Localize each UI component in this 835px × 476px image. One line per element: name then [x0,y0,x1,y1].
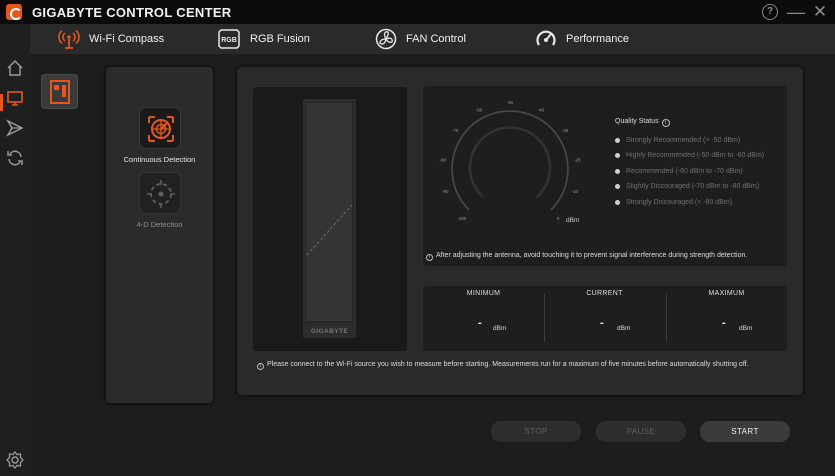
left-nav [0,24,30,476]
gauge-tick-label: -40 [538,107,545,112]
tab-label: RGB Fusion [250,33,310,45]
gauge-icon [536,30,556,46]
signal-gauge: -100-90-80-70-60-50-40-30-20-100 dBm [440,100,581,224]
svg-text:RGB: RGB [221,37,237,44]
tab-fan-control[interactable]: FAN Control [375,24,466,54]
stat-minimum: MINIMUM - dBm [466,290,507,332]
stat-current: CURRENT - dBm [586,290,631,332]
gauge-tick-label: -70 [452,128,459,133]
gauge-unit: dBm [566,217,579,224]
info-icon: i [257,363,264,370]
help-button[interactable]: ? [760,2,780,22]
stat-unit: dBm [617,325,631,332]
monitor-icon[interactable] [5,88,25,108]
quality-item: Highly Recommended (-50 dBm to -60 dBm) [615,152,764,159]
info-icon: i [426,254,433,261]
gauge-tick-label: 0 [557,216,560,221]
tab-wifi-compass[interactable]: Wi-Fi Compass [58,24,164,54]
tab-bar: Wi-Fi Compass RGB RGB Fusion FAN Control… [30,24,835,54]
detection-mode-panel: Continuous Detection 4-D Detection [106,67,213,403]
device-motherboard-button[interactable] [41,74,78,109]
signal-stats-panel: MINIMUM - dBm CURRENT - dBm MAXIMUM - dB… [423,286,787,351]
gauge-tick-label: -80 [440,157,447,162]
wifi-compass-panel: GIGABYTE -100 -90 -80 -70 -60 -50 -40 -30 -20 -10… [237,67,803,395]
gauge-tick-label: -50 [507,100,514,105]
nav-active-indicator [0,94,3,111]
refresh-icon[interactable] [5,148,25,168]
gauge-tick-label: -10 [571,189,578,194]
title-bar: GIGABYTE CONTROL CENTER ? — ✕ [0,0,835,24]
quality-item: Strongly Discouraged (< -80 dBm) [615,199,732,206]
compass-icon [138,172,181,214]
gauge-tick-label: -20 [574,157,581,162]
flash-icon[interactable] [5,118,25,138]
home-icon[interactable] [5,58,25,78]
antenna-visual: GIGABYTE [253,87,407,351]
gauge-tick-label: -100 [457,216,467,221]
stat-value: - [478,317,482,329]
start-button[interactable]: START [700,421,790,442]
status-dot-icon [615,153,620,158]
minimize-button[interactable]: — [786,2,806,22]
quality-item: Recommended (-60 dBm to -70 dBm) [615,168,743,175]
tab-rgb-fusion[interactable]: RGB RGB Fusion [217,24,310,54]
4d-detection-option[interactable]: 4-D Detection [106,172,213,229]
measurement-note: i Please connect to the Wi-Fi source you … [257,361,749,370]
tab-label: Wi-Fi Compass [89,33,165,45]
gauge-note: i After adjusting the antenna, avoid touc… [426,252,747,261]
status-dot-icon [615,184,620,189]
fan-icon [375,28,397,50]
stat-value: - [722,317,726,329]
app-logo-icon [6,4,22,20]
app-title: GIGABYTE CONTROL CENTER [32,5,232,20]
stat-unit: dBm [739,325,753,332]
info-icon: i [661,119,670,127]
continuous-detection-option[interactable]: Continuous Detection [106,107,213,164]
content-area: Continuous Detection 4-D Detection GIGAB… [30,54,835,476]
quality-status-title: Quality Status i [615,118,670,127]
gauge-tick-label: -90 [442,189,449,194]
status-dot-icon [615,200,620,205]
radar-icon [138,107,181,149]
quality-item: Slightly Discouraged (-70 dBm to -80 dBm… [615,183,759,190]
antenna-brand-label: GIGABYTE [311,328,348,335]
gauge-tick-label: -30 [562,128,569,133]
stat-maximum: MAXIMUM - dBm [708,290,753,332]
mode-label: Continuous Detection [123,155,196,164]
close-button[interactable]: ✕ [810,2,830,22]
motherboard-icon [50,80,70,104]
mode-label: 4-D Detection [136,220,183,229]
tab-label: FAN Control [406,33,466,45]
gauge-tick-label: -60 [476,107,483,112]
stop-button[interactable]: STOP [491,421,581,442]
tab-label: Performance [566,33,629,45]
wifi-antenna-icon [58,29,80,49]
stat-unit: dBm [493,325,507,332]
signal-gauge-panel: -100 -90 -80 -70 -60 -50 -40 -30 -20 -10 0 dBm Qua… [423,86,787,266]
antenna-image: GIGABYTE [303,99,356,338]
quality-item: Strongly Recommended (> -50 dBm) [615,137,740,144]
status-dot-icon [615,169,620,174]
status-dot-icon [615,138,620,143]
rgb-icon: RGB [218,29,240,49]
stat-value: - [600,317,604,329]
settings-icon[interactable] [5,450,25,470]
pause-button[interactable]: PAUSE [596,421,686,442]
help-icon: ? [762,4,778,20]
tab-performance[interactable]: Performance [535,24,629,54]
